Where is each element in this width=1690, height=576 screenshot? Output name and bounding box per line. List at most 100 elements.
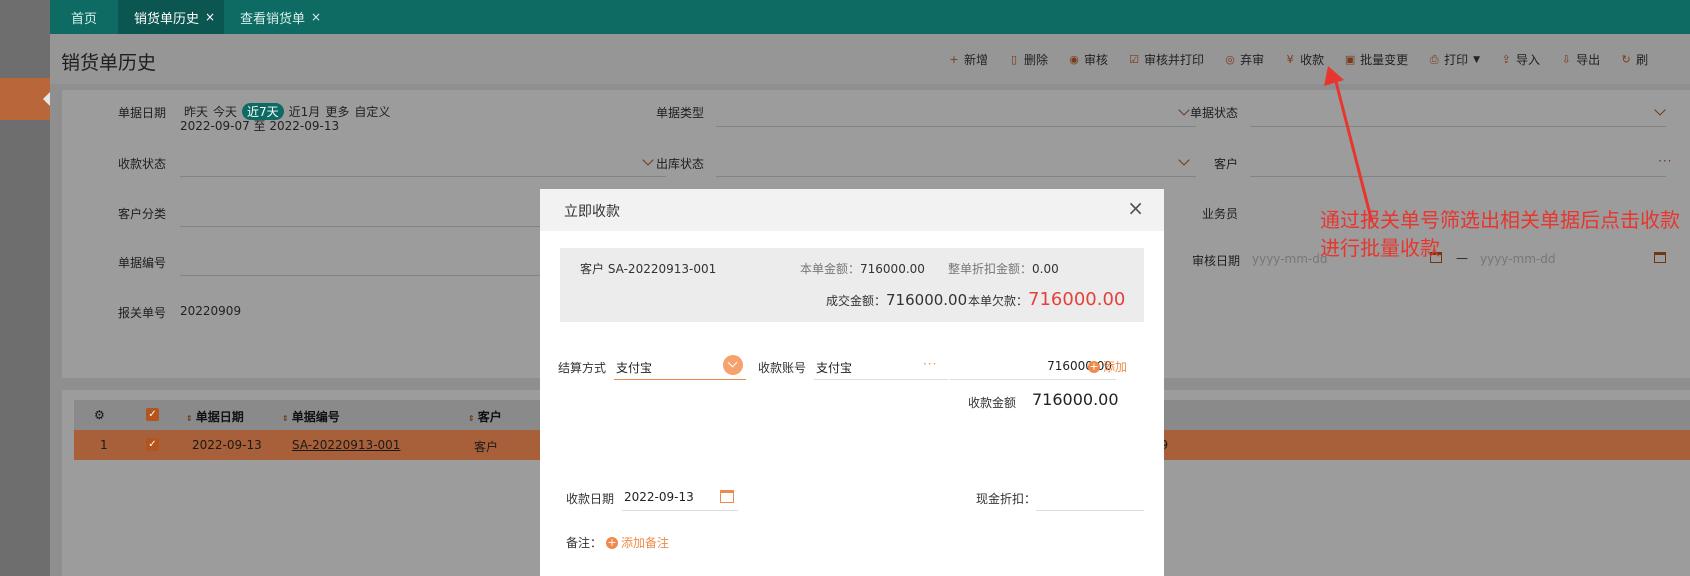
import-icon: ⇪ <box>1501 52 1511 66</box>
chevron-down-icon[interactable] <box>1178 154 1190 166</box>
doc-date-label: 单据日期 <box>118 106 167 120</box>
unaudit-label: 弃审 <box>1240 53 1265 67</box>
tab-sales-history[interactable]: 销货单历史 × <box>118 0 224 34</box>
quick-date-custom[interactable]: 自定义 <box>354 103 390 120</box>
order-amount: 本单金额：716000.00 <box>800 260 925 277</box>
close-icon[interactable]: × <box>205 10 215 24</box>
audit-date-label: 审核日期 <box>1192 254 1241 268</box>
annotation-text: 通过报关单号筛选出相关单据后点击收款进行批量收款 <box>1320 208 1680 260</box>
outbound-status-label: 出库状态 <box>656 157 705 171</box>
audit-print-button[interactable]: ☑ 审核并打印 <box>1128 51 1204 68</box>
cash-discount-label: 现金折扣： <box>976 492 1037 506</box>
account-input[interactable]: 支付宝 <box>816 359 852 376</box>
audit-date-from[interactable]: yyyy-mm-dd <box>1252 252 1327 266</box>
settings-icon[interactable]: ⚙ <box>94 408 105 422</box>
unaudit-icon: ◎ <box>1225 52 1235 66</box>
refresh-button[interactable]: ↻ 刷 <box>1620 51 1648 68</box>
chevron-down-icon[interactable] <box>723 355 743 375</box>
remark-label: 备注： <box>566 536 603 550</box>
customer-text: 客户 SA-20220913-001 <box>580 262 717 276</box>
delete-button[interactable]: ▯ 删除 <box>1008 51 1048 68</box>
order-amount-value: 716000.00 <box>860 262 925 276</box>
close-icon[interactable]: × <box>311 10 321 24</box>
import-label: 导入 <box>1516 53 1541 67</box>
receipt-modal: 立即收款 × 客户 SA-20220913-001 本单金额：716000.00… <box>540 189 1164 576</box>
audit-button[interactable]: ◉ 审核 <box>1068 51 1108 68</box>
doc-no-label: 单据编号 <box>118 256 167 270</box>
customer-label: 客户 <box>1214 157 1239 171</box>
select-all-checkbox[interactable]: ✓ <box>146 408 159 421</box>
export-label: 导出 <box>1576 53 1601 67</box>
row-doc-date: 2022-09-13 <box>192 438 262 452</box>
receive-button[interactable]: ¥ 收款 <box>1284 51 1325 68</box>
add-label: 添加 <box>1103 360 1128 374</box>
col-customer[interactable]: ⇕ 客户 <box>468 408 502 425</box>
trash-icon: ▯ <box>1010 52 1018 66</box>
chevron-down-icon[interactable] <box>642 154 654 166</box>
receipt-amount-label: 收款金额 <box>968 396 1017 410</box>
add-payment-button[interactable]: + 添加 <box>1088 358 1127 375</box>
export-button[interactable]: ⇩ 导出 <box>1560 51 1600 68</box>
plus-icon: + <box>606 535 618 549</box>
more-icon[interactable]: ··· <box>923 357 937 371</box>
col-doc-no-label: 单据编号 <box>291 410 340 424</box>
discount-value: 0.00 <box>1032 262 1059 276</box>
col-doc-date[interactable]: ⇕ 单据日期 <box>186 408 244 425</box>
add-button[interactable]: + 新增 <box>948 51 988 68</box>
toolbar: + 新增 ▯ 删除 ◉ 审核 ☑ 审核并打印 ◎ 弃审 ¥ 收款 ▣ 批量变更 ⎙ 打印 ▼ ⇪ 导… <box>948 51 1668 68</box>
doc-type-select[interactable] <box>716 126 1196 127</box>
close-icon[interactable]: × <box>1127 198 1144 218</box>
order-summary: 客户 SA-20220913-001 本单金额：716000.00 整单折扣金额… <box>560 248 1144 322</box>
customer-input[interactable] <box>1250 176 1666 177</box>
row-index: 1 <box>100 438 108 452</box>
order-amount-label: 本单金额： <box>800 262 861 276</box>
cash-discount-input[interactable] <box>1036 510 1144 511</box>
tab-label: 查看销货单 <box>240 11 306 27</box>
doc-status-label: 单据状态 <box>1190 106 1239 120</box>
plus-icon: + <box>949 52 959 66</box>
collapse-arrow-icon[interactable] <box>43 92 50 106</box>
receipt-date-input[interactable]: 2022-09-13 <box>624 490 694 504</box>
add-label: 新增 <box>964 53 989 67</box>
audit-label: 审核 <box>1084 53 1109 67</box>
sort-icon: ⇕ <box>186 414 193 423</box>
row-doc-no-link[interactable]: SA-20220913-001 <box>292 438 400 452</box>
chevron-down-icon[interactable] <box>1178 104 1190 116</box>
batch-icon: ▣ <box>1344 52 1356 66</box>
unaudit-button[interactable]: ◎ 弃审 <box>1224 51 1264 68</box>
tab-view-sales-order[interactable]: 查看销货单 × <box>224 0 337 34</box>
customer-category-input[interactable] <box>180 226 600 227</box>
outbound-status-select[interactable] <box>716 176 1196 177</box>
account-label: 收款账号 <box>758 361 807 375</box>
settle-select[interactable]: 支付宝 <box>616 359 652 376</box>
export-icon: ⇩ <box>1561 52 1571 66</box>
sort-icon: ⇕ <box>282 414 289 423</box>
batch-change-button[interactable]: ▣ 批量变更 <box>1344 51 1408 68</box>
row-checkbox[interactable]: ✓ <box>146 438 159 451</box>
discount-label: 整单折扣金额： <box>948 262 1033 276</box>
more-icon[interactable]: ··· <box>1658 154 1672 168</box>
import-button[interactable]: ⇪ 导入 <box>1500 51 1540 68</box>
debt-amount: 本单欠款：716000.00 <box>968 289 1125 310</box>
chevron-down-icon[interactable] <box>1654 104 1666 116</box>
col-doc-no[interactable]: ⇕ 单据编号 <box>282 408 340 425</box>
doc-no-input[interactable] <box>180 275 600 276</box>
print-button[interactable]: ⎙ 打印 ▼ <box>1428 51 1480 68</box>
customs-no-input[interactable]: 20220909 <box>180 304 241 318</box>
receive-icon: ¥ <box>1286 52 1294 66</box>
customs-no-label: 报关单号 <box>118 306 167 320</box>
salesperson-label: 业务员 <box>1202 207 1239 221</box>
chevron-down-icon: ▼ <box>1473 54 1481 65</box>
account-underline <box>814 379 948 380</box>
add-remark-button[interactable]: + 添加备注 <box>606 534 669 551</box>
title-bar: 销货单历史 + 新增 ▯ 删除 ◉ 审核 ☑ 审核并打印 ◎ 弃审 ¥ 收款 ▣ 批量变更 ⎙… <box>50 34 1690 84</box>
receipt-status-select[interactable] <box>180 176 666 177</box>
doc-type-label: 单据类型 <box>656 106 705 120</box>
calendar-icon[interactable] <box>720 490 734 503</box>
settle-label: 结算方式 <box>558 361 607 375</box>
tab-home[interactable]: 首页 <box>50 0 118 34</box>
doc-status-select[interactable] <box>1250 126 1666 127</box>
discount-amount: 整单折扣金额：0.00 <box>948 260 1059 277</box>
pay-amount-underline <box>950 379 1116 380</box>
audit-print-icon: ☑ <box>1129 52 1139 66</box>
